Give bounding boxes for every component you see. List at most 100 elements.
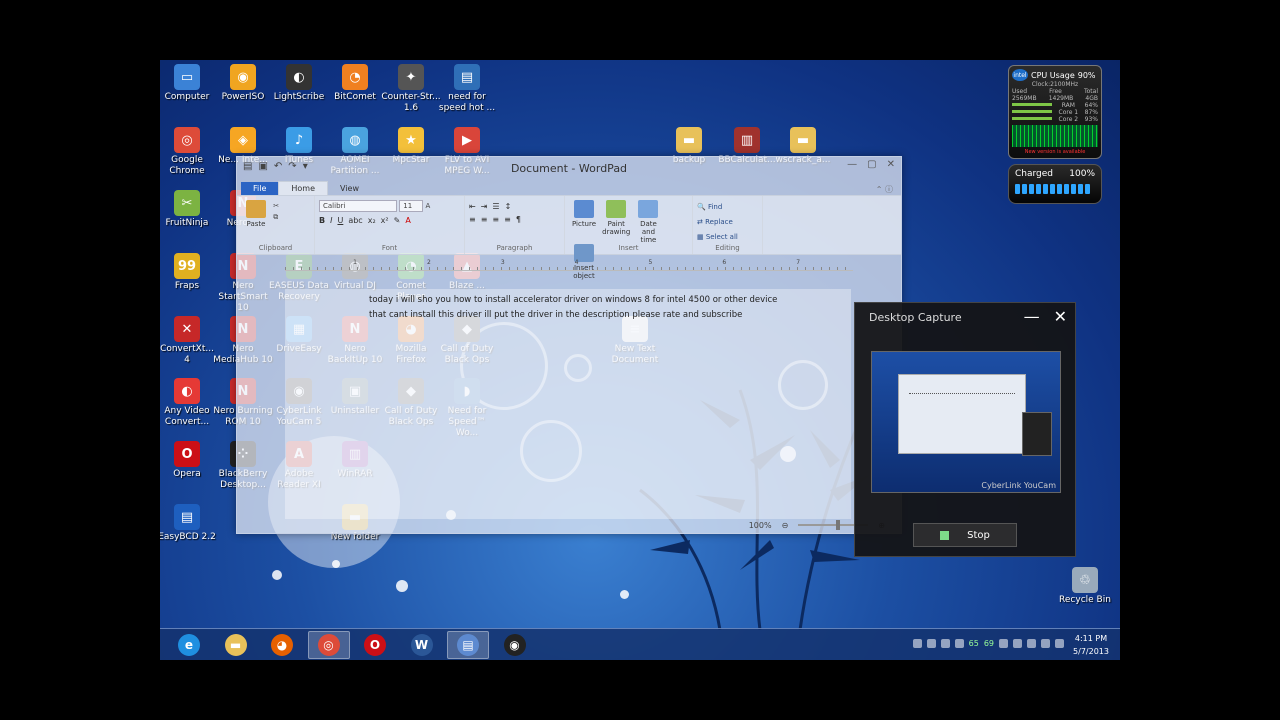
wordpad-icon: ▤: [457, 634, 479, 656]
volume-icon[interactable]: [1055, 639, 1064, 648]
desktop-icon-label: Opera: [173, 469, 201, 479]
close-button[interactable]: ✕: [887, 159, 895, 170]
align-center-icon[interactable]: ≡: [481, 215, 488, 224]
paste-button[interactable]: Paste: [241, 200, 271, 228]
desktop-icon[interactable]: ▤ EasyBCD 2.2: [160, 504, 217, 543]
desktop-icon[interactable]: ✂ FruitNinja: [160, 190, 217, 229]
taskbar-chrome-button[interactable]: ◎: [307, 631, 350, 659]
font-color-icon[interactable]: A: [405, 216, 410, 225]
save-icon[interactable]: ▣: [258, 161, 267, 172]
undo-icon[interactable]: ↶: [274, 161, 282, 172]
app-icon: ✕: [174, 316, 200, 342]
desktop-icon[interactable]: ◉ PowerISO: [213, 64, 273, 103]
desktop-icon[interactable]: 99 Fraps: [160, 253, 217, 292]
wordpad-window[interactable]: ▤ ▣ ↶ ↷ ▾ Document - WordPad — ▢ ✕ File …: [236, 156, 902, 534]
desktop-icon[interactable]: ✕ ConvertXt... 4: [160, 316, 217, 366]
italic-icon[interactable]: I: [330, 216, 332, 225]
clock[interactable]: 4:11 PM 5/7/2013: [1068, 632, 1114, 658]
desktop-icon[interactable]: O Opera: [160, 441, 217, 480]
minimize-button[interactable]: —: [1024, 307, 1040, 326]
superscript-icon[interactable]: x²: [381, 216, 389, 225]
close-button[interactable]: ✕: [1054, 307, 1067, 326]
app-icon: ♪: [286, 127, 312, 153]
tray-app-icon[interactable]: [926, 639, 936, 648]
tray-show-hidden-icon[interactable]: [912, 639, 922, 648]
date-time-button[interactable]: Date and time: [633, 200, 663, 244]
desktop-icon[interactable]: ◐ Any Video Convert...: [160, 378, 217, 428]
align-right-icon[interactable]: ≡: [492, 215, 499, 224]
subscript-icon[interactable]: x₂: [368, 216, 376, 225]
taskbar-opera-button[interactable]: O: [354, 631, 396, 659]
align-left-icon[interactable]: ≡: [469, 215, 476, 224]
find-button[interactable]: 🔍 Find: [697, 200, 758, 215]
desktop-icon[interactable]: ♲ Recycle Bin: [1055, 567, 1115, 606]
paint-drawing-button[interactable]: Paint drawing: [601, 200, 631, 236]
tray-app-icon[interactable]: [940, 639, 950, 648]
font-family-select[interactable]: Calibri: [319, 200, 397, 212]
battery-gadget[interactable]: Charged 100%: [1008, 164, 1102, 204]
taskbar-wordpad-button[interactable]: ▤: [447, 631, 489, 659]
update-note[interactable]: New version is available: [1012, 149, 1098, 155]
desktop-icon[interactable]: ✦ Counter-Str... 1.6: [381, 64, 441, 114]
wordpad-titlebar[interactable]: ▤ ▣ ↶ ↷ ▾ Document - WordPad — ▢ ✕: [237, 157, 901, 179]
minimize-ribbon-icon[interactable]: ⌃ ⓘ: [876, 184, 893, 195]
tab-home[interactable]: Home: [278, 181, 329, 195]
underline-icon[interactable]: U: [337, 216, 343, 225]
ribbon-tabs: File Home View ⌃ ⓘ: [237, 179, 901, 195]
mem-free: 1429MB: [1048, 95, 1074, 102]
cpu-usage-gadget[interactable]: intel CPU Usage 90% Clock:2100MHz Used F…: [1008, 65, 1102, 159]
copy-icon[interactable]: ⧉: [273, 213, 279, 222]
zoom-out-icon[interactable]: ⊖: [782, 521, 789, 530]
desktop-icon[interactable]: ◎ Google Chrome: [160, 127, 217, 177]
taskbar-firefox-button[interactable]: ◕: [261, 631, 303, 659]
document-text[interactable]: today i will sho you how to install acce…: [369, 293, 789, 323]
taskbar-youcam-button[interactable]: ◉: [494, 631, 536, 659]
wallpaper-dot: [396, 580, 408, 592]
document-page[interactable]: today i will sho you how to install acce…: [285, 289, 851, 519]
desktop-icon[interactable]: ▤ need for speed hot ...: [437, 64, 497, 114]
tray-app-icon[interactable]: [1013, 639, 1022, 648]
tray-app-icon[interactable]: [999, 639, 1008, 648]
minimize-button[interactable]: —: [847, 159, 857, 170]
desktop-icon[interactable]: ◔ BitComet: [325, 64, 385, 103]
font-size-select[interactable]: 11: [399, 200, 424, 212]
desktop-icon[interactable]: ◐ LightScribe: [269, 64, 329, 103]
network-icon[interactable]: [1027, 639, 1036, 648]
tray-temp-1[interactable]: 65: [969, 639, 979, 648]
desktop[interactable]: ▭ Computer ◉ PowerISO ◐ LightScribe ◔ BitComet ✦…: [160, 60, 1120, 660]
paragraph-icon[interactable]: ¶: [516, 215, 521, 224]
desktop-icon[interactable]: ▭ Computer: [160, 64, 217, 103]
taskbar-word-button[interactable]: W: [401, 631, 443, 659]
core1-bar: [1012, 110, 1052, 113]
highlight-icon[interactable]: ✎: [394, 216, 401, 225]
taskbar-internet-explorer-button[interactable]: e: [168, 631, 210, 659]
justify-icon[interactable]: ≡: [504, 215, 511, 224]
tab-view[interactable]: View: [328, 182, 371, 195]
decrease-indent-icon[interactable]: ⇤: [469, 202, 476, 211]
strikethrough-icon[interactable]: abc: [348, 216, 362, 225]
tab-file[interactable]: File: [241, 182, 279, 195]
grow-font-icon[interactable]: A: [425, 202, 430, 210]
select-all-button[interactable]: ▦ Select all: [697, 230, 758, 245]
bold-icon[interactable]: B: [319, 216, 325, 225]
maximize-button[interactable]: ▢: [867, 159, 876, 170]
picture-button[interactable]: Picture: [569, 200, 599, 228]
replace-button[interactable]: ⇄ Replace: [697, 215, 758, 230]
status-bar: 100% ⊖ ⊕: [237, 517, 901, 533]
battery-icon[interactable]: [1041, 639, 1050, 648]
desktop-icon-label: ConvertXt... 4: [160, 344, 214, 365]
ruler[interactable]: 1 2 3 4 5 6 7: [285, 259, 853, 271]
list-icon[interactable]: ☰: [492, 202, 499, 211]
line-spacing-icon[interactable]: ↕: [505, 202, 512, 211]
desktop-capture-window[interactable]: Desktop Capture — ✕ CyberLink YouCam Sto…: [854, 302, 1076, 557]
tray-temp-2[interactable]: 69: [984, 639, 994, 648]
cut-icon[interactable]: ✂: [273, 202, 279, 210]
tray-app-icon[interactable]: [954, 639, 964, 648]
core2-bar: [1012, 117, 1052, 120]
increase-indent-icon[interactable]: ⇥: [481, 202, 488, 211]
customize-quick-access-icon[interactable]: ▾: [303, 161, 308, 172]
stop-button[interactable]: Stop: [913, 523, 1017, 547]
taskbar-file-explorer-button[interactable]: ▬: [215, 631, 257, 659]
wordpad-app-icon[interactable]: ▤: [243, 161, 252, 172]
redo-icon[interactable]: ↷: [288, 161, 296, 172]
